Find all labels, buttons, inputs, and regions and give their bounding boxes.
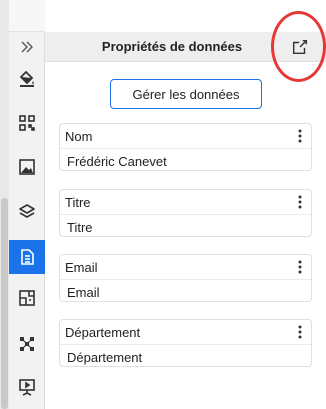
field-value: Titre bbox=[67, 220, 93, 235]
scrollbar-thumb[interactable] bbox=[1, 198, 8, 409]
scrollbar-track[interactable] bbox=[0, 0, 9, 409]
panel-header: Propriétés de données bbox=[45, 32, 326, 62]
floor-plan-icon bbox=[19, 290, 35, 306]
field-label: Email bbox=[65, 260, 98, 275]
manage-data-button[interactable]: Gérer les données bbox=[110, 79, 262, 109]
more-options-icon[interactable] bbox=[295, 323, 305, 341]
field-value: Email bbox=[67, 285, 100, 300]
rail-item-layers[interactable] bbox=[9, 195, 45, 229]
tool-rail bbox=[9, 0, 45, 409]
presentation-icon bbox=[19, 379, 35, 396]
export-button[interactable] bbox=[289, 36, 311, 58]
image-icon bbox=[19, 159, 35, 175]
field-value-input[interactable]: Titre bbox=[60, 214, 311, 238]
field-nom: Nom Frédéric Canevet bbox=[59, 123, 312, 171]
rail-item-floorplan[interactable] bbox=[9, 281, 45, 315]
layers-icon bbox=[19, 204, 35, 218]
more-options-icon[interactable] bbox=[295, 193, 305, 211]
field-value: Frédéric Canevet bbox=[67, 154, 167, 169]
field-value-input[interactable]: Frédéric Canevet bbox=[60, 148, 311, 172]
field-label: Nom bbox=[65, 129, 93, 144]
qr-code-icon bbox=[19, 115, 35, 131]
data-list-icon bbox=[21, 249, 34, 265]
collapse-panel-button[interactable] bbox=[9, 30, 45, 64]
rail-item-network[interactable] bbox=[9, 327, 45, 361]
panel-title: Propriétés de données bbox=[101, 39, 243, 54]
field-titre: Titre Titre bbox=[59, 189, 312, 237]
data-properties-app: Propriétés de données Gérer les données … bbox=[0, 0, 326, 409]
rail-item-present[interactable] bbox=[9, 370, 45, 404]
rail-item-qr[interactable] bbox=[9, 106, 45, 140]
field-email: Email Email bbox=[59, 254, 312, 302]
field-label: Titre bbox=[65, 195, 91, 210]
paint-bucket-icon bbox=[19, 70, 34, 87]
rail-item-fill[interactable] bbox=[9, 61, 45, 95]
rail-top bbox=[9, 0, 45, 32]
field-departement: Département Département bbox=[59, 319, 312, 367]
field-value-input[interactable]: Email bbox=[60, 279, 311, 303]
more-options-icon[interactable] bbox=[295, 258, 305, 276]
chevron-double-right-icon bbox=[21, 41, 33, 53]
rail-item-image[interactable] bbox=[9, 150, 45, 184]
network-nodes-icon bbox=[20, 337, 34, 351]
field-value-input[interactable]: Département bbox=[60, 344, 311, 368]
more-options-icon[interactable] bbox=[295, 127, 305, 145]
export-icon bbox=[292, 39, 308, 55]
rail-item-data[interactable] bbox=[9, 240, 45, 274]
field-label: Département bbox=[65, 325, 141, 340]
field-value: Département bbox=[67, 350, 143, 365]
